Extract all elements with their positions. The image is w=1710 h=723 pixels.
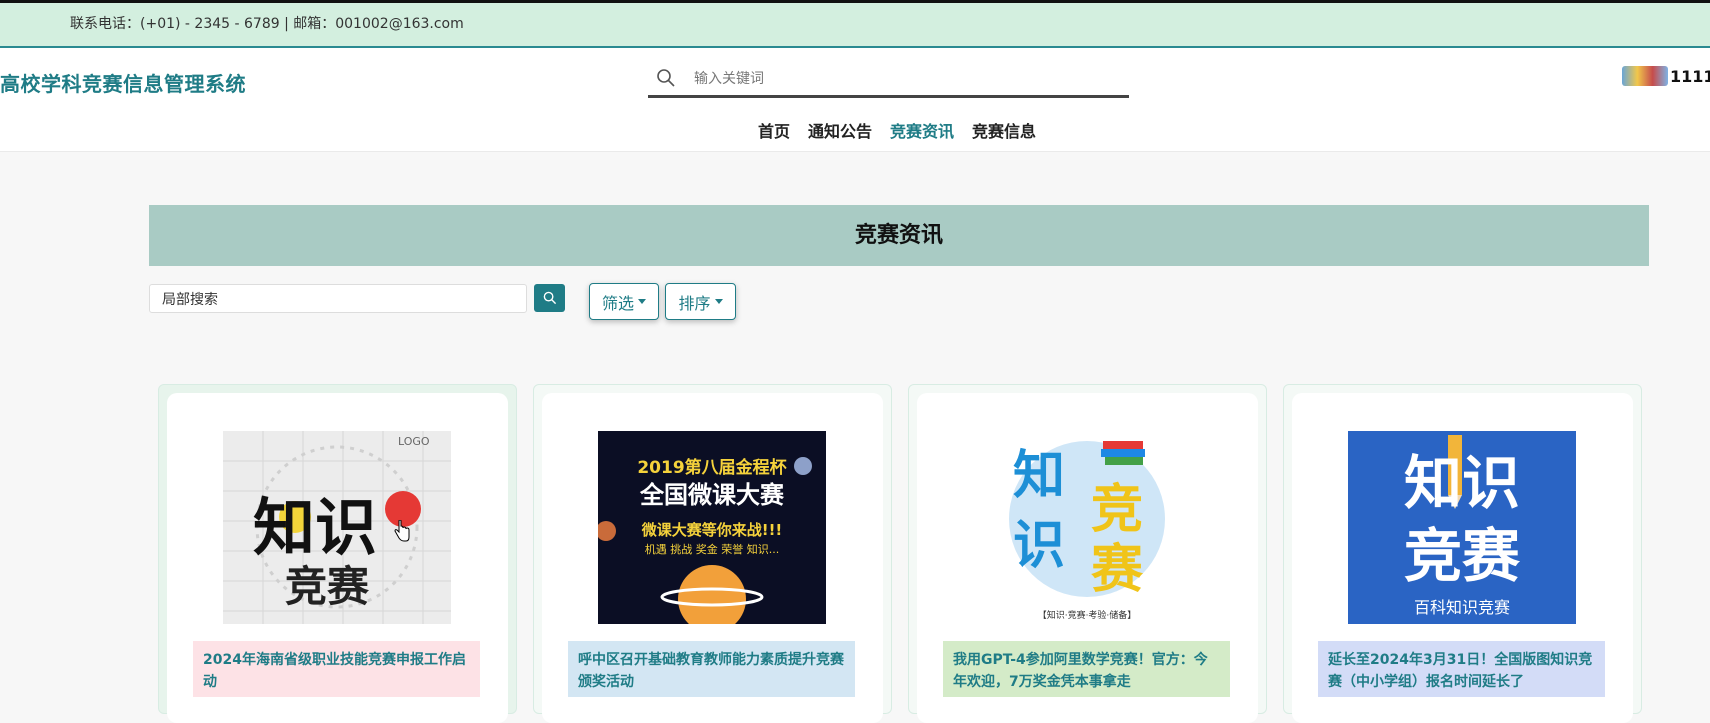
global-search bbox=[648, 60, 1129, 98]
news-card-body[interactable]: 知 识 竞 赛 【知识·竞赛·考验·储备】 我用GPT-4参加阿里数学竞赛！官方… bbox=[917, 393, 1258, 723]
top-contact-bar: 联系电话：(+01) - 2345 - 6789 | 邮箱：001002@163… bbox=[0, 0, 1710, 48]
hand-cursor-icon bbox=[394, 520, 410, 542]
nav-item-competition-info[interactable]: 竞赛信息 bbox=[972, 118, 1036, 142]
sort-label: 排序 bbox=[678, 293, 711, 313]
username[interactable]: 1111 bbox=[1670, 67, 1710, 86]
image-text-line1: 知识 bbox=[253, 491, 377, 564]
image-char2: 识 bbox=[1013, 516, 1065, 576]
image-footer: 【知识·竞赛·考验·储备】 bbox=[1038, 609, 1137, 621]
news-thumbnail[interactable]: 知识 竞赛 百科知识竞赛 bbox=[1348, 431, 1576, 624]
knowledge-quiz-image: 知 识 竞 赛 【知识·竞赛·考验·储备】 bbox=[973, 431, 1201, 624]
poster-tags: 机遇 挑战 奖金 荣誉 知识... bbox=[645, 542, 779, 556]
image-char3: 竞 bbox=[1091, 480, 1143, 540]
user-menu[interactable]: 1111 bbox=[1622, 64, 1710, 88]
local-search-button[interactable] bbox=[534, 284, 565, 312]
global-search-input[interactable] bbox=[694, 66, 1114, 92]
poster-subtitle: 微课大赛等你来战!!! bbox=[641, 521, 783, 539]
news-card[interactable]: 知识 竞赛 百科知识竞赛 延长至2024年3月31日！全国版图知识竞赛（中小学组… bbox=[1283, 384, 1642, 723]
image-footer: 百科知识竞赛 bbox=[1414, 598, 1510, 617]
nav-item-home[interactable]: 首页 bbox=[758, 118, 790, 142]
news-card-body[interactable]: 知识 竞赛 百科知识竞赛 延长至2024年3月31日！全国版图知识竞赛（中小学组… bbox=[1292, 393, 1633, 723]
search-icon[interactable] bbox=[656, 68, 676, 88]
filter-label: 筛选 bbox=[601, 293, 634, 313]
caret-down-icon bbox=[638, 299, 646, 304]
poster-year: 2019第八届金程杯 bbox=[637, 457, 786, 478]
search-icon bbox=[543, 291, 556, 305]
news-thumbnail[interactable]: 2019第八届金程杯 全国微课大赛 微课大赛等你来战!!! 机遇 挑战 奖金 荣… bbox=[598, 431, 826, 624]
news-card[interactable]: LOGO 知识 竞赛 2024年海南省级职业技能竞赛申报工作启动 bbox=[158, 384, 517, 723]
news-title[interactable]: 延长至2024年3月31日！全国版图知识竞赛（中小学组）报名时间延长了 bbox=[1318, 641, 1605, 697]
image-text-line1: 知识 bbox=[1404, 449, 1520, 517]
news-card[interactable]: 2019第八届金程杯 全国微课大赛 微课大赛等你来战!!! 机遇 挑战 奖金 荣… bbox=[533, 384, 892, 723]
news-thumbnail[interactable]: 知 识 竞 赛 【知识·竞赛·考验·储备】 bbox=[973, 431, 1201, 624]
image-text-line2: 竞赛 bbox=[285, 562, 370, 611]
nav-item-notices[interactable]: 通知公告 bbox=[808, 118, 872, 142]
news-title[interactable]: 2024年海南省级职业技能竞赛申报工作启动 bbox=[193, 641, 480, 697]
page-banner: 竞赛资讯 bbox=[149, 205, 1649, 266]
contact-info: 联系电话：(+01) - 2345 - 6789 | 邮箱：001002@163… bbox=[70, 16, 464, 32]
knowledge-contest-image: LOGO 知识 竞赛 bbox=[223, 431, 451, 624]
nav-item-competition-news[interactable]: 竞赛资讯 bbox=[890, 118, 954, 142]
site-header: 高校学科竞赛信息管理系统 1111 首页 通知公告 竞赛资讯 竞赛信息 bbox=[0, 48, 1710, 152]
page-title: 竞赛资讯 bbox=[854, 223, 943, 248]
encyclopedia-quiz-image: 知识 竞赛 百科知识竞赛 bbox=[1348, 431, 1576, 624]
news-thumbnail[interactable]: LOGO 知识 竞赛 bbox=[223, 431, 451, 624]
poster-title: 全国微课大赛 bbox=[639, 481, 785, 509]
sort-dropdown[interactable]: 排序 bbox=[665, 283, 736, 320]
image-char1: 知 bbox=[1013, 446, 1065, 506]
news-title[interactable]: 呼中区召开基础教育教师能力素质提升竞赛颁奖活动 bbox=[568, 641, 855, 697]
news-card[interactable]: 知 识 竞 赛 【知识·竞赛·考验·储备】 我用GPT-4参加阿里数学竞赛！官方… bbox=[908, 384, 1267, 723]
news-card-body[interactable]: 2019第八届金程杯 全国微课大赛 微课大赛等你来战!!! 机遇 挑战 奖金 荣… bbox=[542, 393, 883, 723]
avatar[interactable] bbox=[1622, 66, 1668, 86]
news-title[interactable]: 我用GPT-4参加阿里数学竞赛！官方：今年欢迎，7万奖金凭本事拿走 bbox=[943, 641, 1230, 697]
logo-text: LOGO bbox=[398, 435, 430, 448]
news-card-body[interactable]: LOGO 知识 竞赛 2024年海南省级职业技能竞赛申报工作启动 bbox=[167, 393, 508, 723]
filter-dropdown[interactable]: 筛选 bbox=[589, 283, 659, 320]
site-title[interactable]: 高校学科竞赛信息管理系统 bbox=[0, 68, 246, 97]
micro-course-poster-image: 2019第八届金程杯 全国微课大赛 微课大赛等你来战!!! 机遇 挑战 奖金 荣… bbox=[598, 431, 826, 624]
local-search-input[interactable] bbox=[149, 284, 527, 313]
image-text-line2: 竞赛 bbox=[1404, 522, 1521, 590]
image-char4: 赛 bbox=[1091, 540, 1144, 600]
caret-down-icon bbox=[714, 299, 723, 304]
